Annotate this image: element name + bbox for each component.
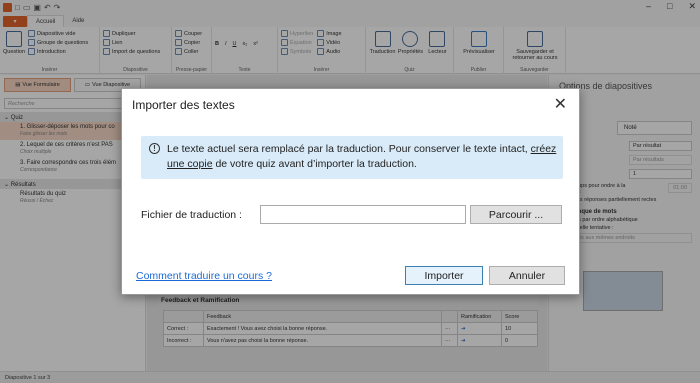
how-to-translate-link[interactable]: Comment traduire un cours ? — [136, 270, 272, 282]
import-texts-dialog: Importer des textes ✕ ! Le texte actuel … — [121, 88, 580, 295]
info-text: Le texte actuel sera remplacé par la tra… — [167, 143, 557, 170]
close-icon[interactable]: ✕ — [554, 94, 567, 114]
translation-file-label: Fichier de traduction : — [141, 209, 242, 221]
translation-file-input[interactable] — [260, 205, 466, 224]
import-button[interactable]: Importer — [405, 266, 483, 285]
info-icon: ! — [149, 143, 160, 154]
info-banner: ! Le texte actuel sera remplacé par la t… — [141, 136, 563, 179]
dialog-title: Importer des textes — [132, 98, 235, 112]
cancel-button[interactable]: Annuler — [489, 266, 565, 285]
browse-button[interactable]: Parcourir ... — [470, 205, 562, 224]
